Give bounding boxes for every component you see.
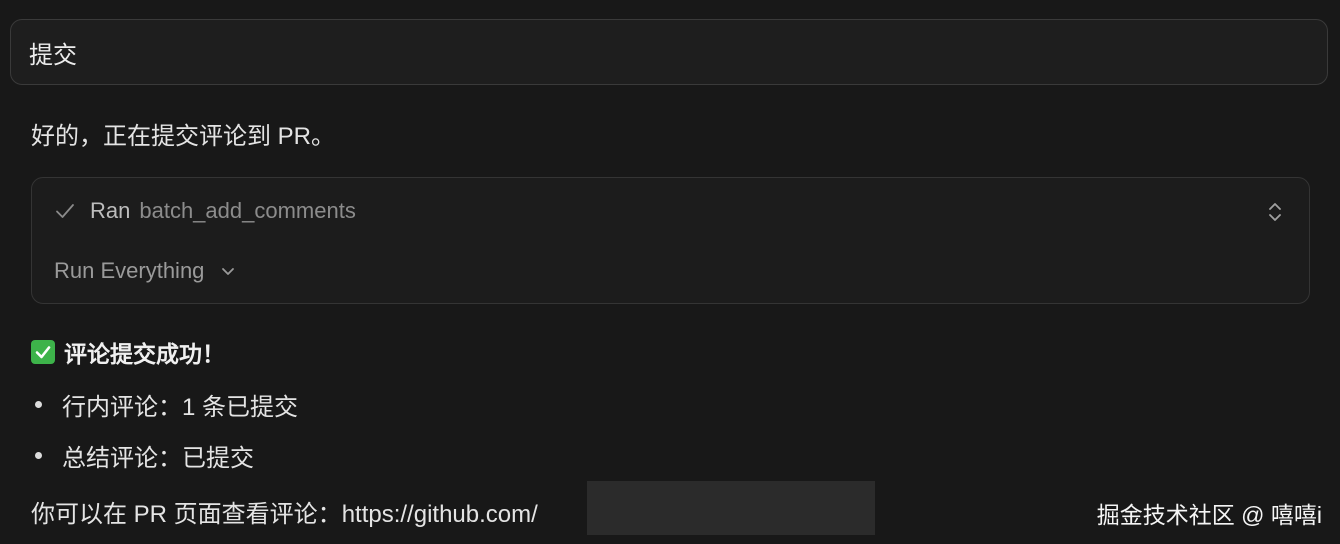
redaction-block [587,481,875,535]
chevron-down-icon [222,268,235,275]
tool-ran-label: Ran [90,198,131,223]
check-icon [56,204,74,218]
success-heading: 评论提交成功！ [31,335,225,369]
pr-link[interactable]: https://github.com/ [342,501,538,528]
bullet-icon [35,400,42,408]
run-mode-dropdown[interactable]: Run Everything [54,258,236,284]
list-item-text: 总结评论：已提交 [62,444,254,472]
list-item: 行内评论：1 条已提交 [35,386,298,422]
tool-call-card: Ran batch_add_comments Run Everything [31,177,1310,304]
success-heading-text: 评论提交成功！ [64,341,225,367]
user-message-bubble: 提交 [10,19,1328,85]
success-check-icon [31,340,55,364]
pr-link-prefix: 你可以在 PR 页面查看评论： [31,501,342,528]
bullet-icon [35,451,42,459]
user-message-text: 提交 [29,41,77,69]
tool-name: batch_add_comments [139,198,356,223]
watermark-text: 掘金技术社区 @ 嘻嘻i [1096,502,1322,528]
result-list: 行内评论：1 条已提交 总结评论：已提交 [35,386,298,488]
list-item-text: 行内评论：1 条已提交 [62,393,299,421]
list-item: 总结评论：已提交 [35,437,298,473]
chevron-up-down-icon[interactable] [1267,200,1283,224]
run-mode-label: Run Everything [54,258,205,283]
assistant-intro-text: 好的，正在提交评论到 PR。 [31,123,336,150]
tool-call-header[interactable]: Ran batch_add_comments [54,198,356,224]
